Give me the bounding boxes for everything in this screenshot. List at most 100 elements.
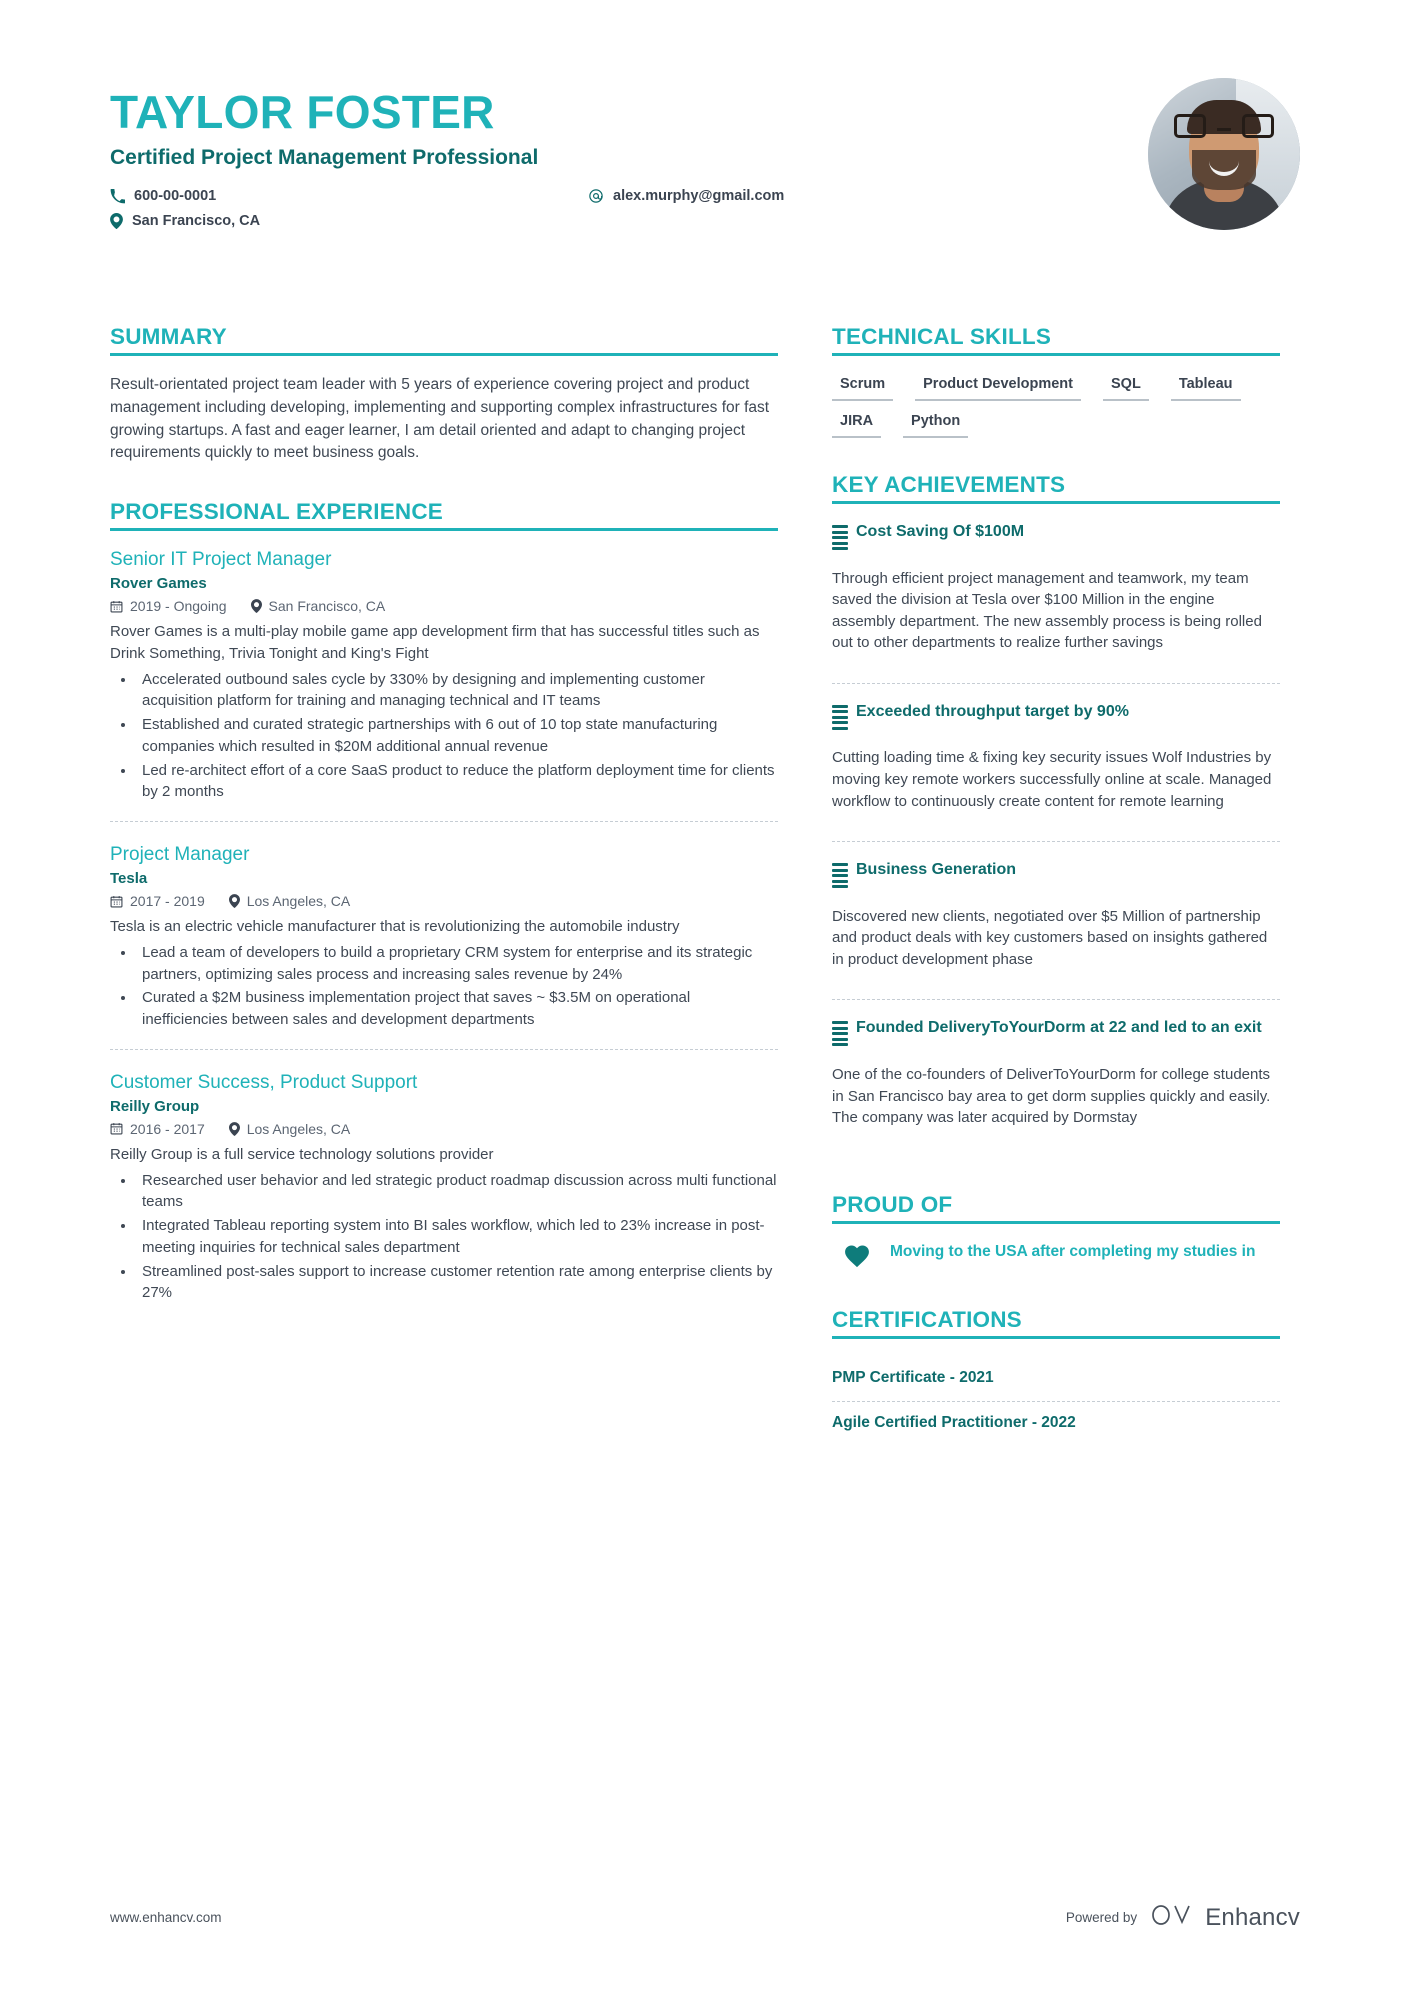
certifications-heading: CERTIFICATIONS xyxy=(832,1306,1022,1332)
skill-tag: SQL xyxy=(1103,374,1149,401)
job-location-value: San Francisco, CA xyxy=(268,598,386,615)
job-bullet: Researched user behavior and led strateg… xyxy=(136,1170,778,1214)
bars-icon xyxy=(832,525,848,553)
job-location-value: Los Angeles, CA xyxy=(246,893,351,910)
calendar-icon xyxy=(110,895,123,908)
certification-item: PMP Certificate - 2021 xyxy=(832,1368,994,1386)
section-divider xyxy=(110,353,778,356)
technical-skills-heading: TECHNICAL SKILLS xyxy=(832,324,1052,349)
bars-icon xyxy=(832,704,848,733)
location-pin-icon xyxy=(228,894,240,908)
contact-email-value: alex.murphy@gmail.com xyxy=(613,188,785,205)
job-role: Project Manager xyxy=(110,844,250,866)
job-bullet: Led re-architect effort of a core SaaS p… xyxy=(136,760,778,804)
section-proud-of: PROUD OF Moving to the USA after complet… xyxy=(832,1192,1280,1273)
avatar xyxy=(1148,78,1300,230)
professional-title: Certified Project Management Professiona… xyxy=(110,146,539,170)
left-column: SUMMARY Result-orientated project team l… xyxy=(110,324,778,1480)
achievement-item: Founded DeliveryToYourDorm at 22 and led… xyxy=(832,999,1280,1157)
proud-of-heading: PROUD OF xyxy=(832,1191,953,1217)
powered-by-block: Powered by Enhancv xyxy=(1066,1902,1300,1933)
experience-item: Senior IT Project Manager Rover Games 20… xyxy=(110,549,778,821)
achievement-title: Exceeded throughput target by 90% xyxy=(856,702,1129,720)
job-description: Rover Games is a multi-play mobile game … xyxy=(110,623,760,662)
resume-page: TAYLOR FOSTER Certified Project Manageme… xyxy=(0,0,1410,1995)
job-company: Rover Games xyxy=(110,575,207,593)
brand-name: Enhancv xyxy=(1205,1903,1300,1931)
experience-item: Project Manager Tesla 2017 - 2019 Los An… xyxy=(110,821,778,1049)
job-bullet: Accelerated outbound sales cycle by 330%… xyxy=(136,669,778,713)
section-divider xyxy=(832,1220,1280,1224)
page-footer: www.enhancv.com Powered by Enhancv xyxy=(110,1902,1300,1933)
job-role: Customer Success, Product Support xyxy=(110,1071,418,1093)
section-summary: SUMMARY Result-orientated project team l… xyxy=(110,324,778,465)
skill-tag: Python xyxy=(903,411,969,438)
skill-tag: Scrum xyxy=(832,374,894,401)
achievement-title: Business Generation xyxy=(856,861,1017,879)
job-dates: 2016 - 2017 xyxy=(110,1121,205,1137)
section-divider xyxy=(832,353,1280,356)
job-location: Los Angeles, CA xyxy=(228,893,351,910)
email-at-icon xyxy=(588,188,604,204)
section-divider xyxy=(110,528,778,532)
job-dates-value: 2019 - Ongoing xyxy=(130,598,227,615)
contact-location: San Francisco, CA xyxy=(110,213,261,230)
certification-item: Agile Certified Practitioner - 2022 xyxy=(832,1400,1280,1446)
achievement-item: Business Generation Discovered new clien… xyxy=(832,841,1280,999)
section-key-achievements: KEY ACHIEVEMENTS Cost Saving Of $100M Th… xyxy=(832,472,1280,1158)
section-certifications: CERTIFICATIONS PMP Certificate - 2021 Ag… xyxy=(832,1307,1280,1446)
job-role: Senior IT Project Manager xyxy=(110,549,332,571)
resume-body: SUMMARY Result-orientated project team l… xyxy=(110,324,1300,1480)
job-bullets: Researched user behavior and led strateg… xyxy=(110,1170,778,1305)
achievement-text: Through efficient project management and… xyxy=(832,569,1262,652)
contact-phone-value: 600-00-0001 xyxy=(134,188,217,205)
skill-tag: JIRA xyxy=(832,411,882,438)
footer-url[interactable]: www.enhancv.com xyxy=(110,1910,222,1925)
powered-by-label: Powered by xyxy=(1065,1910,1138,1925)
job-bullet: Curated a $2M business implementation pr… xyxy=(136,987,778,1031)
calendar-icon xyxy=(110,600,123,613)
contact-phone[interactable]: 600-00-0001 xyxy=(110,188,216,204)
skill-tag: Product Development xyxy=(915,374,1081,401)
brand-logo: Enhancv xyxy=(1151,1902,1300,1933)
job-dates: 2019 - Ongoing xyxy=(110,598,227,614)
bars-icon xyxy=(832,863,848,891)
job-description: Reilly Group is a full service technolog… xyxy=(110,1145,494,1163)
job-meta: 2017 - 2019 Los Angeles, CA xyxy=(110,893,778,909)
heart-icon xyxy=(844,1244,870,1273)
achievement-item: Exceeded throughput target by 90% Cuttin… xyxy=(832,682,1280,841)
job-dates: 2017 - 2019 xyxy=(110,893,205,909)
phone-icon xyxy=(110,188,125,204)
experience-item: Customer Success, Product Support Reilly… xyxy=(110,1048,778,1322)
calendar-icon xyxy=(110,1122,123,1135)
location-pin-icon xyxy=(228,1122,240,1136)
achievement-text: Cutting loading time & fixing key securi… xyxy=(832,749,1272,810)
experience-heading: PROFESSIONAL EXPERIENCE xyxy=(110,499,444,525)
achievement-text: Discovered new clients, negotiated over … xyxy=(832,907,1268,968)
achievement-title: Founded DeliveryToYourDorm at 22 and led… xyxy=(856,1019,1262,1037)
location-pin-icon xyxy=(110,213,123,230)
job-company: Reilly Group xyxy=(110,1097,200,1115)
job-bullets: Lead a team of developers to build a pro… xyxy=(110,942,778,1031)
proud-of-item: Moving to the USA after completing my st… xyxy=(832,1242,1280,1273)
section-divider xyxy=(832,501,1280,504)
skill-tag: Tableau xyxy=(1170,374,1241,401)
achievement-title: Cost Saving Of $100M xyxy=(856,523,1025,540)
achievement-item: Cost Saving Of $100M Through efficient p… xyxy=(832,522,1280,683)
summary-text: Result-orientated project team leader wi… xyxy=(110,376,770,462)
key-achievements-heading: KEY ACHIEVEMENTS xyxy=(832,472,1066,497)
job-meta: 2019 - Ongoing San Francisco, CA xyxy=(110,598,778,614)
section-experience: PROFESSIONAL EXPERIENCE Senior IT Projec… xyxy=(110,499,778,1322)
location-pin-icon xyxy=(250,599,262,613)
job-bullets: Accelerated outbound sales cycle by 330%… xyxy=(110,669,778,804)
job-description: Tesla is an electric vehicle manufacture… xyxy=(110,918,680,936)
job-location: Los Angeles, CA xyxy=(228,1121,350,1137)
page-title: TAYLOR FOSTER xyxy=(110,86,495,138)
contact-email[interactable]: alex.murphy@gmail.com xyxy=(588,188,784,204)
job-bullet: Established and curated strategic partne… xyxy=(136,714,778,758)
job-dates-value: 2017 - 2019 xyxy=(130,893,205,910)
job-company: Tesla xyxy=(110,870,148,888)
resume-header: TAYLOR FOSTER Certified Project Manageme… xyxy=(110,0,1300,298)
enhancv-mark-icon xyxy=(1151,1902,1195,1933)
contact-location-value: San Francisco, CA xyxy=(132,213,261,230)
